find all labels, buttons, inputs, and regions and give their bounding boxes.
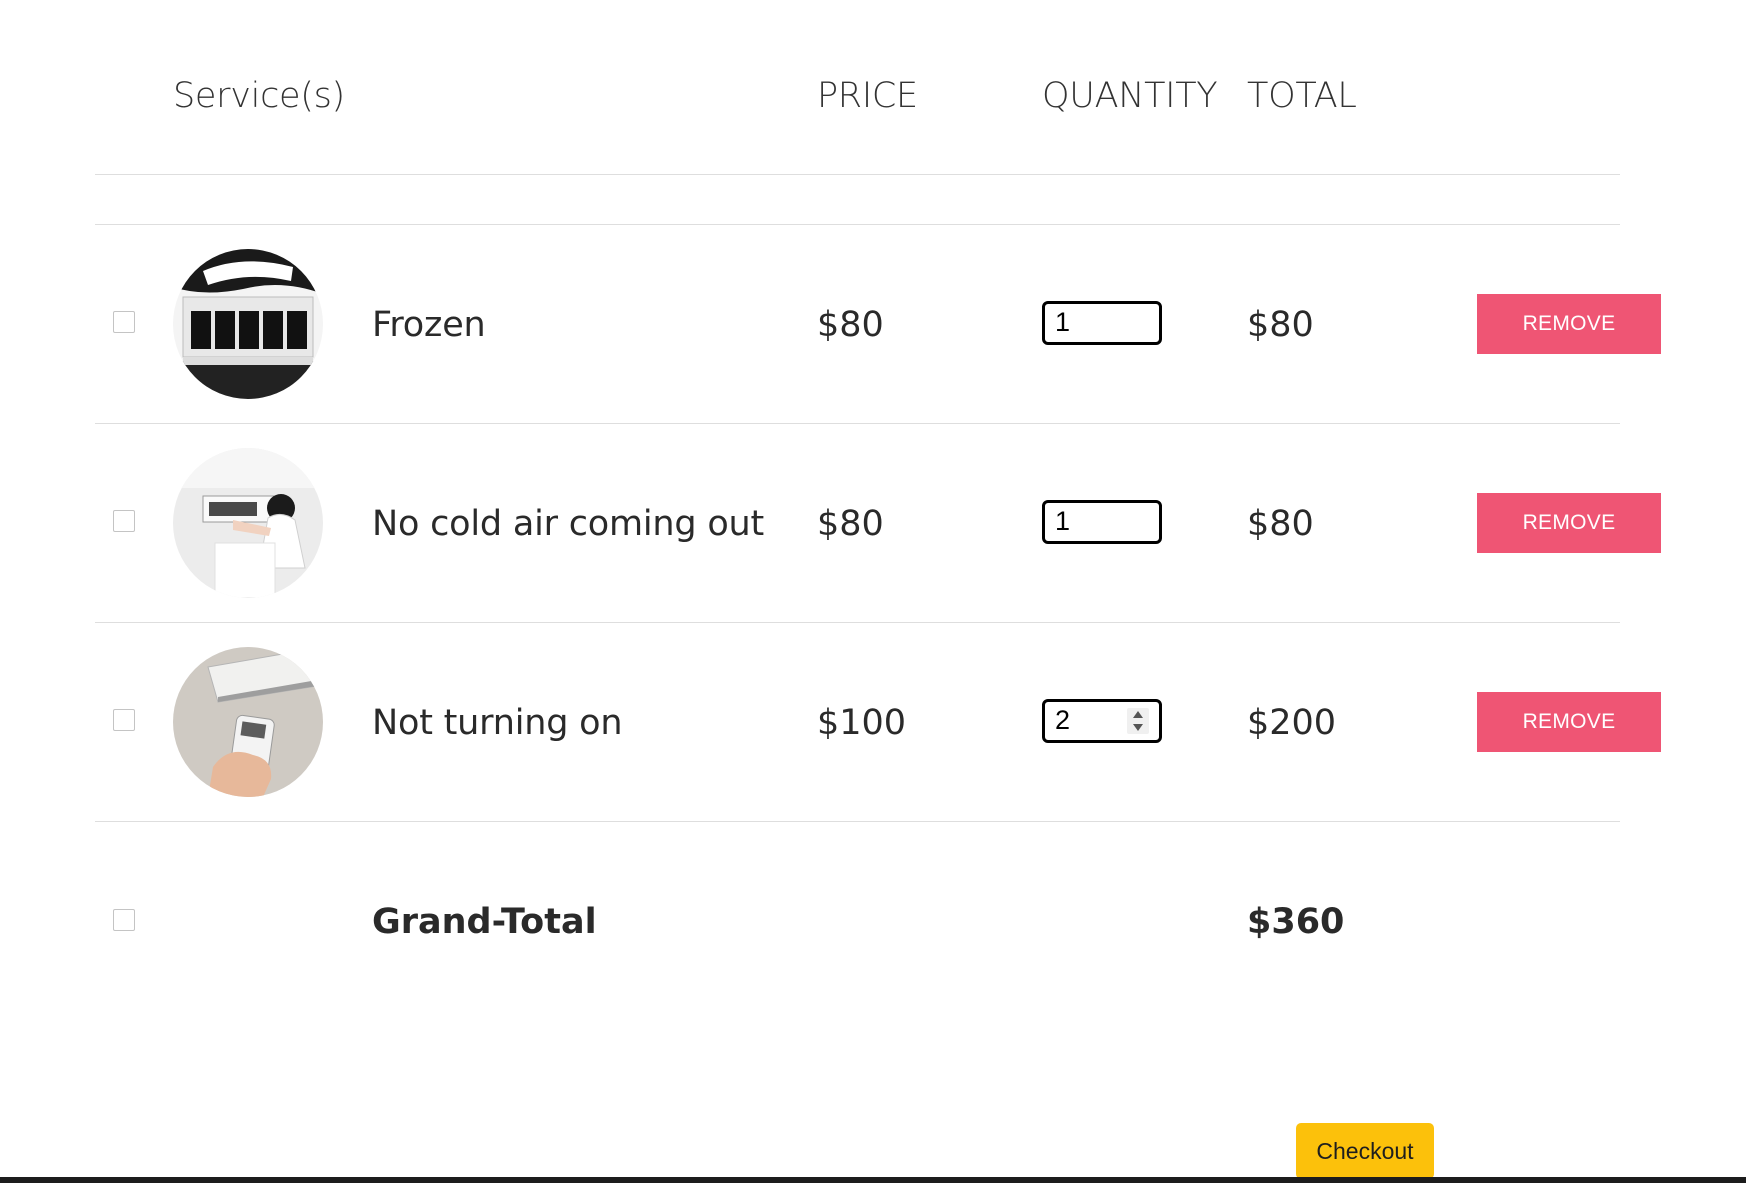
remove-button[interactable]: REMOVE (1477, 294, 1661, 354)
row-select-checkbox[interactable] (113, 510, 135, 532)
quantity-input[interactable] (1042, 500, 1162, 544)
table-row: No cold air coming out $80 $80 REMOVE (95, 424, 1661, 624)
ac-remote-photo-icon (173, 647, 323, 797)
ac-technician-photo-icon (173, 448, 323, 598)
quantity-input[interactable] (1042, 301, 1162, 345)
item-price: $80 (817, 305, 884, 345)
row-select-checkbox[interactable] (113, 709, 135, 731)
header-price: PRICE (817, 76, 918, 116)
arrow-down-icon[interactable] (1133, 724, 1143, 731)
spinner-arrows-icon[interactable] (1127, 708, 1149, 734)
divider (95, 821, 1620, 822)
select-all-checkbox[interactable] (113, 909, 135, 931)
divider (95, 174, 1620, 175)
cart-page: Service(s) PRICE QUANTITY TOTAL Frozen $… (0, 0, 1746, 1183)
remove-button[interactable]: REMOVE (1477, 692, 1661, 752)
item-name: Frozen (372, 305, 486, 345)
remove-button[interactable]: REMOVE (1477, 493, 1661, 553)
header-total: TOTAL (1247, 76, 1357, 116)
item-total: $200 (1247, 703, 1337, 743)
item-name: Not turning on (372, 703, 623, 743)
arrow-up-icon[interactable] (1133, 711, 1143, 718)
quantity-field[interactable] (1045, 304, 1125, 340)
item-price: $80 (817, 504, 884, 544)
item-total: $80 (1247, 504, 1314, 544)
item-price: $100 (817, 703, 907, 743)
checkout-button[interactable]: Checkout (1296, 1123, 1434, 1179)
table-row: Not turning on $100 $200 REMOVE (95, 623, 1661, 823)
grand-total-value: $360 (1247, 902, 1345, 942)
item-total: $80 (1247, 305, 1314, 345)
header-quantity: QUANTITY (1042, 76, 1218, 116)
grand-total-label: Grand-Total (372, 902, 597, 942)
quantity-stepper[interactable] (1042, 699, 1162, 743)
quantity-field[interactable] (1045, 702, 1125, 738)
bottom-bar (0, 1177, 1746, 1183)
quantity-field[interactable] (1045, 503, 1125, 539)
header-services: Service(s) (173, 76, 345, 116)
item-name: No cold air coming out (372, 504, 765, 544)
table-row: Frozen $80 $80 REMOVE (95, 225, 1661, 425)
ac-unit-frozen-photo-icon (173, 249, 323, 399)
row-select-checkbox[interactable] (113, 311, 135, 333)
